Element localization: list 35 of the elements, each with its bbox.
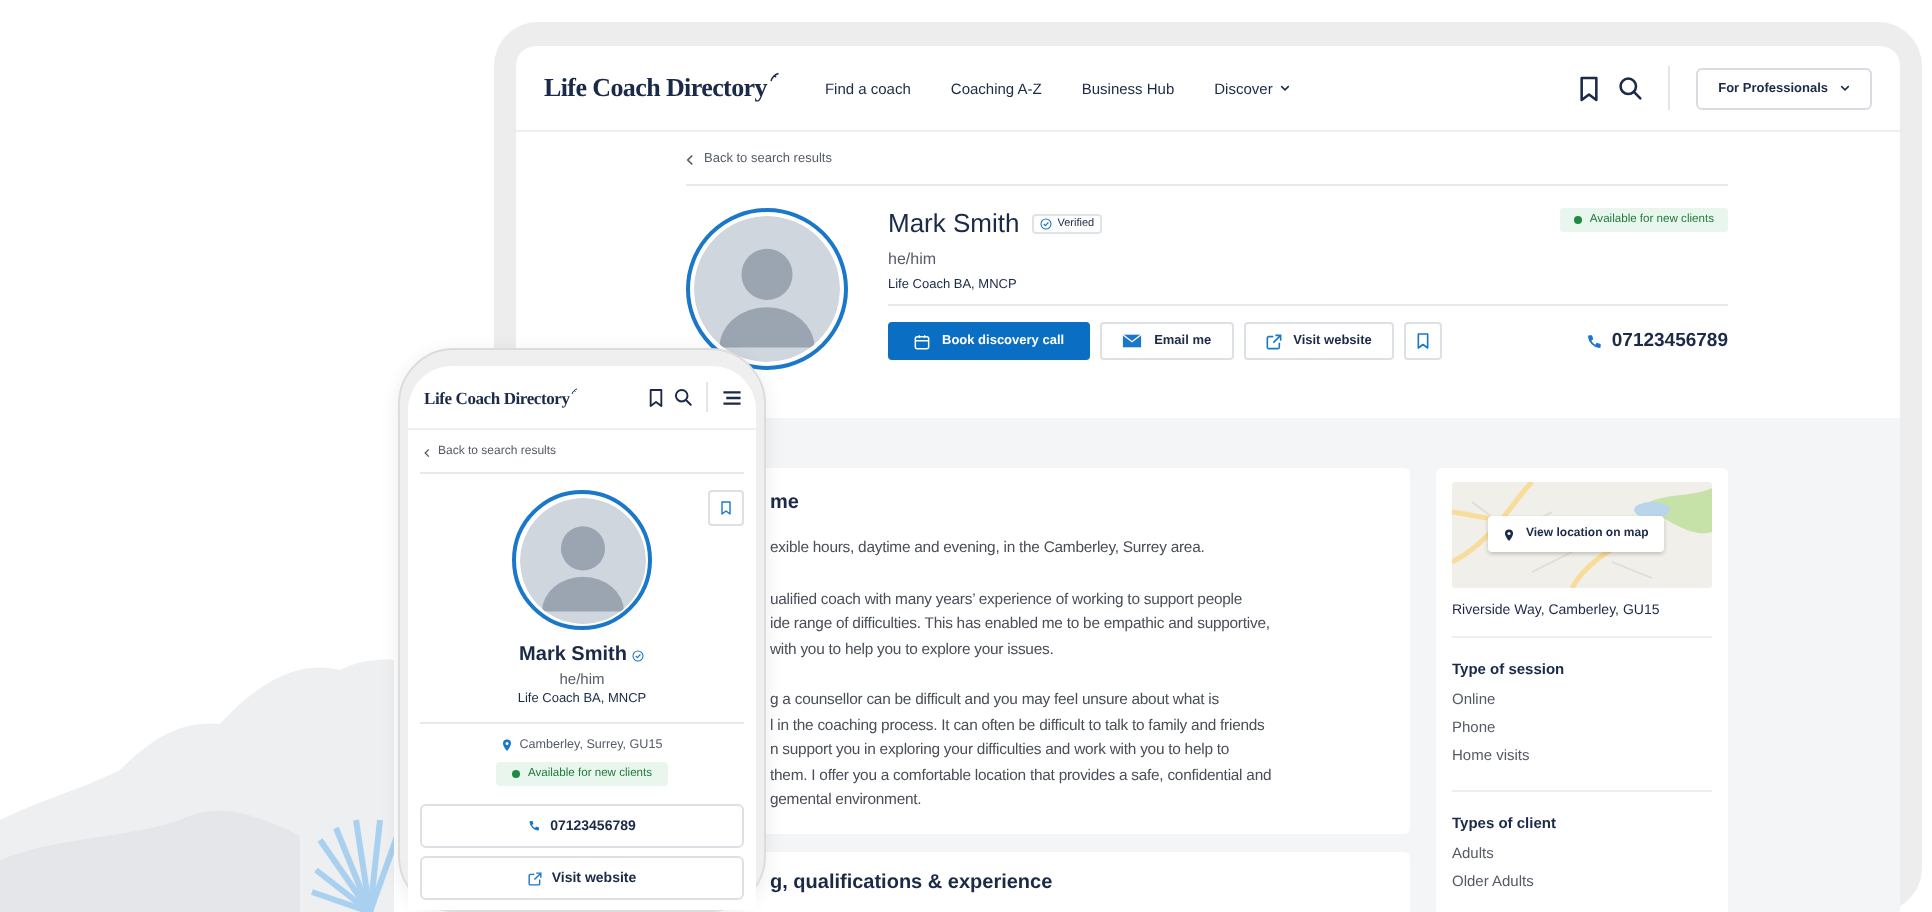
coach-name: Mark Smith bbox=[519, 644, 627, 666]
status-dot bbox=[511, 770, 520, 778]
envelope-icon bbox=[1122, 334, 1143, 348]
site-logo: Life Coach Directory bbox=[544, 72, 767, 104]
site-logo: Life Coach Directory bbox=[424, 387, 570, 407]
phone-number[interactable]: 07123456789 bbox=[1611, 330, 1728, 352]
verified-icon bbox=[632, 649, 645, 661]
bookmark-button[interactable] bbox=[1403, 322, 1442, 360]
pronouns: he/him bbox=[888, 250, 939, 268]
map-pin-icon bbox=[1504, 527, 1514, 541]
bookmark-icon[interactable] bbox=[648, 387, 664, 407]
search-icon[interactable] bbox=[674, 388, 692, 406]
caret-icon bbox=[1280, 84, 1291, 92]
map-pin-icon bbox=[501, 738, 512, 752]
section-heading: g, qualifications & experience bbox=[770, 872, 1055, 894]
phone-icon bbox=[528, 820, 541, 832]
caret-icon bbox=[1840, 84, 1850, 92]
logo-mark-icon bbox=[768, 72, 781, 84]
chevron-left-icon bbox=[424, 447, 430, 457]
section-heading: me bbox=[770, 492, 801, 514]
status-dot bbox=[1573, 216, 1582, 224]
chevron-left-icon bbox=[686, 154, 694, 166]
check-badge-icon bbox=[1039, 217, 1052, 229]
external-link-icon bbox=[1265, 333, 1282, 349]
external-link-icon bbox=[527, 871, 542, 885]
bookmark-button[interactable] bbox=[708, 490, 744, 526]
bookmark-icon bbox=[720, 500, 732, 516]
calendar-icon bbox=[914, 333, 930, 349]
logo-mark-icon bbox=[569, 387, 578, 395]
menu-icon[interactable] bbox=[722, 389, 742, 405]
bookmark-icon bbox=[1415, 332, 1430, 350]
bookmark-icon[interactable] bbox=[1578, 75, 1601, 101]
coach-name: Mark Smith bbox=[888, 208, 1020, 238]
search-icon[interactable] bbox=[1618, 76, 1643, 100]
phone-icon bbox=[1585, 333, 1602, 349]
